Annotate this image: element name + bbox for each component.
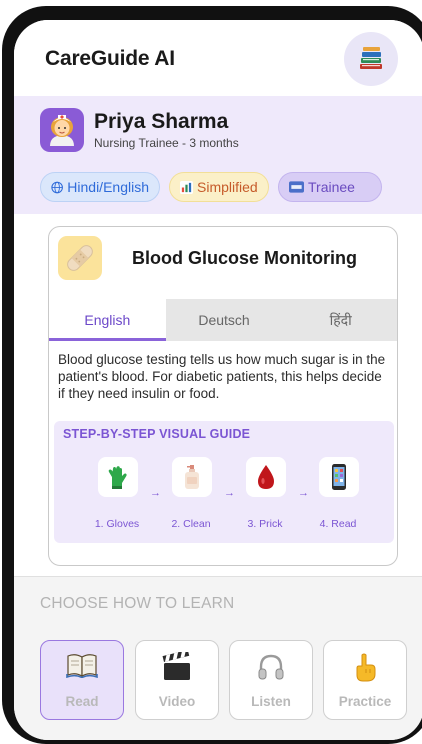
phone-icon — [332, 464, 346, 490]
lesson-card: Blood Glucose Monitoring English Deutsch… — [48, 226, 398, 566]
pointing-hand-icon — [356, 653, 376, 682]
app-title: CareGuide AI — [45, 47, 175, 70]
bar-chart-icon — [180, 180, 193, 194]
blood-drop-icon — [258, 465, 274, 489]
step-icon-tile — [319, 457, 359, 497]
mode-read-button[interactable]: Read — [40, 640, 124, 720]
user-role: Nursing Trainee - 3 months — [94, 136, 239, 150]
mode-listen-button[interactable]: Listen — [229, 640, 313, 720]
step-label: 2. Clean — [171, 518, 211, 530]
app-screen: CareGuide AI Priya Sharma Nursing Traine… — [14, 20, 422, 740]
learn-mode-section: CHOOSE HOW TO LEARN Read Video Listen Pr… — [14, 576, 422, 740]
user-name: Priya Sharma — [94, 110, 229, 133]
step-icon-tile — [172, 457, 212, 497]
mode-listen-label: Listen — [251, 694, 291, 709]
step-icon-tile — [246, 457, 286, 497]
step-label: 3. Prick — [247, 518, 283, 530]
gloves-icon — [108, 466, 127, 489]
lesson-description: Blood glucose testing tells us how much … — [58, 352, 386, 401]
mode-practice-label: Practice — [338, 694, 392, 709]
language-tag-label: Hindi/English — [67, 179, 149, 195]
learn-mode-title: CHOOSE HOW TO LEARN — [40, 595, 235, 612]
step-arrow: → — [298, 487, 309, 499]
step-icon-tile — [98, 457, 138, 497]
bandage-icon — [67, 245, 93, 271]
nurse-icon — [50, 115, 74, 146]
visual-guide: STEP-BY-STEP VISUAL GUIDE 1. Gloves → 2.… — [54, 421, 394, 543]
level-tag[interactable]: Trainee — [278, 172, 382, 202]
language-tabs: English Deutsch हिंदी — [49, 299, 397, 341]
complexity-tag-label: Simplified — [197, 179, 258, 195]
step-label: 4. Read — [319, 518, 357, 530]
tab-english[interactable]: English — [49, 299, 166, 341]
language-tag[interactable]: Hindi/English — [40, 172, 160, 202]
globe-icon — [51, 181, 63, 193]
mode-video-button[interactable]: Video — [135, 640, 219, 720]
library-button[interactable] — [344, 32, 398, 86]
clapper-icon — [162, 652, 190, 680]
step-label: 1. Gloves — [94, 518, 140, 530]
new-badge-icon — [289, 181, 304, 193]
step-arrow: → — [150, 487, 161, 499]
phone-frame: CareGuide AI Priya Sharma Nursing Traine… — [2, 6, 422, 744]
tab-deutsch[interactable]: Deutsch — [166, 299, 283, 341]
app-header: CareGuide AI — [14, 20, 422, 96]
level-tag-label: Trainee — [308, 179, 355, 195]
lesson-title: Blood Glucose Monitoring — [132, 248, 357, 268]
complexity-tag[interactable]: Simplified — [169, 172, 269, 202]
books-icon — [360, 47, 382, 69]
avatar — [40, 108, 84, 152]
mode-read-label: Read — [65, 694, 99, 709]
lesson-icon-tile — [58, 236, 102, 280]
book-icon — [66, 654, 98, 678]
tab-hindi[interactable]: हिंदी — [282, 299, 397, 341]
headphones-icon — [258, 654, 284, 680]
visual-guide-title: STEP-BY-STEP VISUAL GUIDE — [63, 427, 251, 441]
mode-video-label: Video — [158, 694, 196, 709]
profile-panel: Priya Sharma Nursing Trainee - 3 months … — [14, 96, 422, 214]
soap-bottle-icon — [185, 465, 199, 489]
mode-practice-button[interactable]: Practice — [323, 640, 407, 720]
step-arrow: → — [224, 487, 235, 499]
